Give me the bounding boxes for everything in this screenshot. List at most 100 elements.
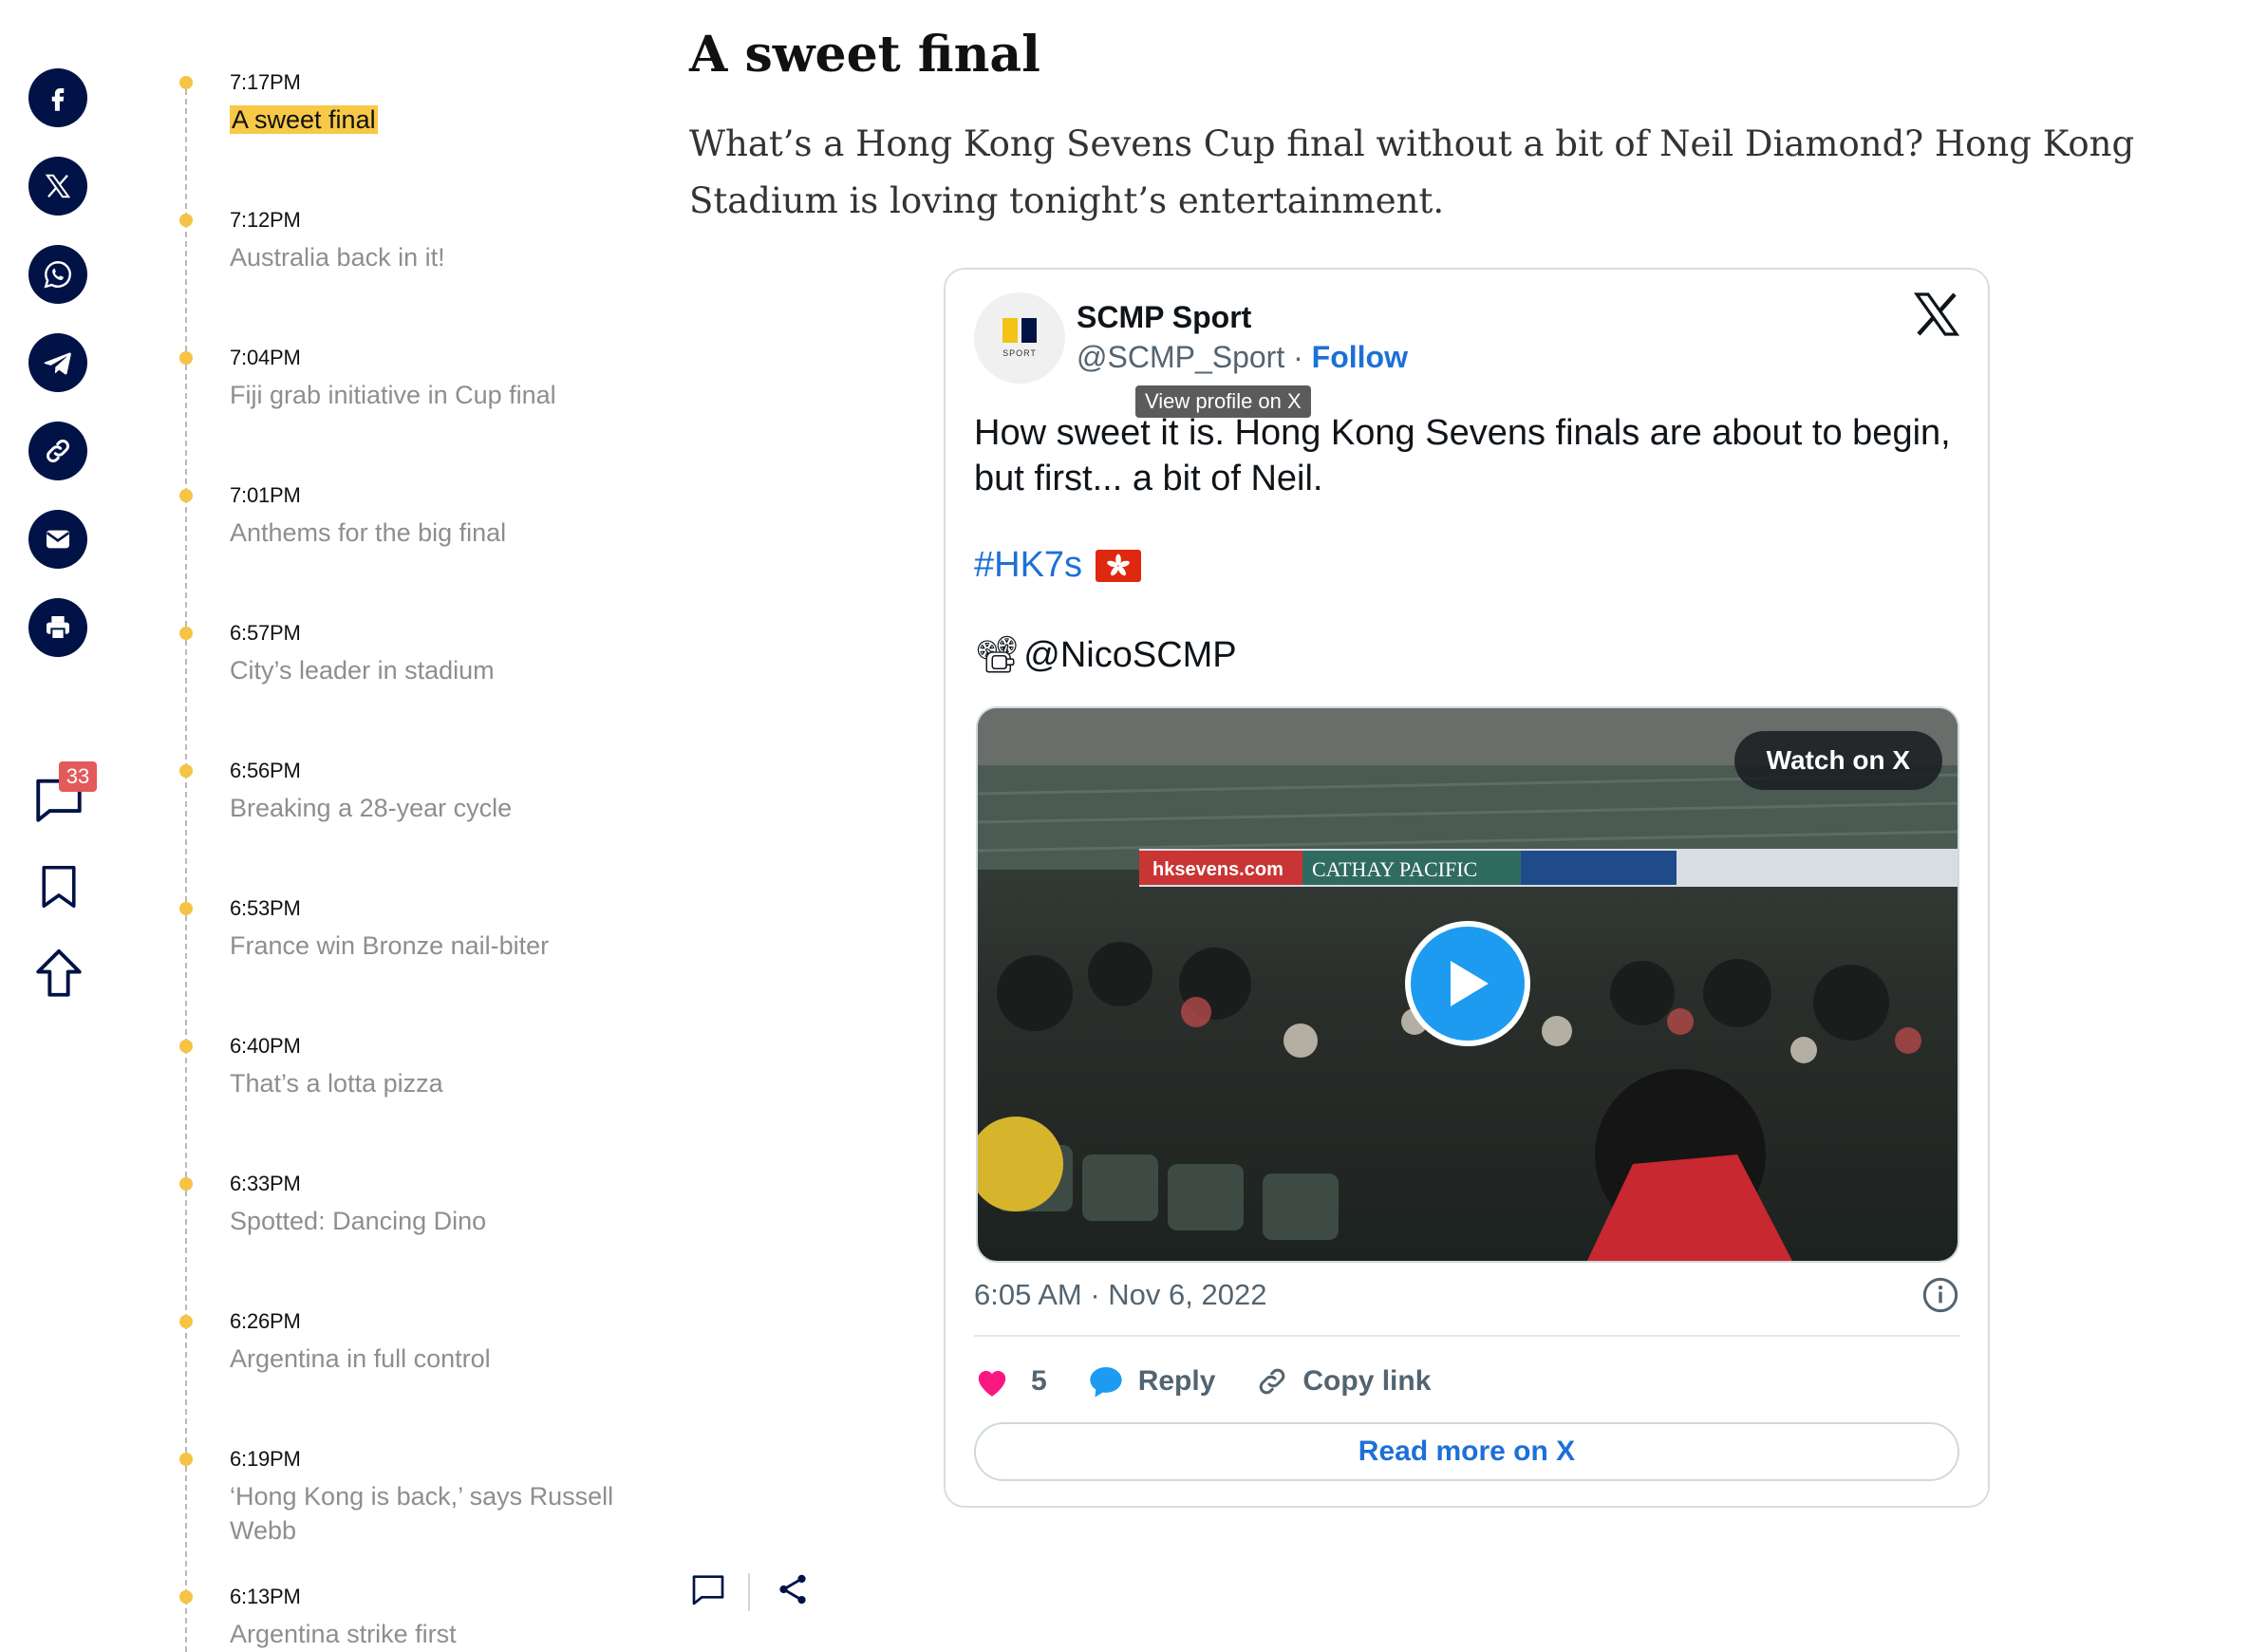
timeline-time: 6:53PM <box>230 896 301 920</box>
avatar-subtitle: SPORT <box>1002 348 1037 358</box>
timeline-time: 6:26PM <box>230 1309 301 1333</box>
timeline-dot <box>179 1315 193 1328</box>
comment-button[interactable] <box>689 1570 727 1613</box>
timeline-title[interactable]: Breaking a 28-year cycle <box>230 791 638 825</box>
author-handle-row: @SCMP_Sport · Follow <box>1077 340 1408 375</box>
like-button[interactable]: 5 <box>974 1364 1047 1399</box>
post-headline: A sweet final <box>689 26 1040 84</box>
live-post: A sweet final What’s a Hong Kong Sevens … <box>689 23 2246 230</box>
timeline-dot <box>179 627 193 640</box>
post-text: How sweet it is. Hong Kong Sevens finals… <box>974 413 1951 498</box>
x-logo-link[interactable] <box>1913 292 1960 341</box>
timeline-dot <box>179 76 193 89</box>
copy-link-share-button[interactable] <box>28 422 87 480</box>
timeline-title[interactable]: Anthems for the big final <box>230 516 638 550</box>
copy-link-button[interactable]: Copy link <box>1255 1364 1431 1399</box>
comments-count-badge: 33 <box>59 761 97 792</box>
bookmark-button[interactable] <box>28 856 89 917</box>
camera-icon: 📽 <box>974 635 1021 675</box>
timeline-dot <box>179 902 193 915</box>
timeline-time: 6:33PM <box>230 1172 301 1195</box>
hashtag-text: #HK7s <box>974 545 1083 585</box>
telegram-icon <box>44 352 71 375</box>
hashtag-link[interactable]: #HK7s <box>974 545 1142 586</box>
heart-icon <box>978 1370 1006 1397</box>
share-icon <box>779 1574 806 1605</box>
play-button[interactable] <box>1405 921 1530 1046</box>
timeline-time: 7:17PM <box>230 70 301 94</box>
post-actions: 5 Reply Copy link <box>974 1363 1471 1399</box>
reply-button[interactable]: Reply <box>1087 1363 1216 1399</box>
like-count: 5 <box>1031 1365 1047 1397</box>
email-icon <box>46 530 70 549</box>
telegram-share-button[interactable] <box>28 333 87 392</box>
timeline-dot <box>179 1590 193 1604</box>
author-name[interactable]: SCMP Sport <box>1077 300 1251 335</box>
timeline-title[interactable]: ‘Hong Kong is back,’ says Russell Webb <box>230 1479 638 1548</box>
timeline-title[interactable]: Argentina in full control <box>230 1342 638 1376</box>
play-icon <box>1451 961 1489 1006</box>
video-credit: 📽 @NicoSCMP <box>974 634 1237 676</box>
credit-handle[interactable]: @NicoSCMP <box>1023 635 1236 676</box>
timeline-title[interactable]: Argentina strike first <box>230 1617 638 1651</box>
banner-sponsor-text: CATHAY PACIFIC <box>1312 857 1477 881</box>
follow-link[interactable]: Follow <box>1312 340 1408 374</box>
comments-button[interactable]: 33 <box>28 761 97 830</box>
handle-separator: · <box>1284 340 1312 374</box>
timeline-dot <box>179 489 193 502</box>
timeline-time: 6:40PM <box>230 1034 301 1058</box>
x-logo-icon <box>1913 292 1960 336</box>
email-share-button[interactable] <box>28 510 87 569</box>
read-more-button[interactable]: Read more on X <box>974 1422 1959 1481</box>
timeline-dot <box>179 214 193 227</box>
print-button[interactable] <box>28 598 87 657</box>
post-body: What’s a Hong Kong Sevens Cup final with… <box>689 123 2135 221</box>
timeline-time: 6:57PM <box>230 621 301 645</box>
video-player[interactable]: hksevens.com CATHAY PACIFIC Watch on X <box>976 706 1959 1263</box>
watch-on-x-button[interactable]: Watch on X <box>1733 731 1942 790</box>
timeline-title[interactable]: That’s a lotta pizza <box>230 1066 638 1100</box>
info-button[interactable] <box>1921 1276 1959 1319</box>
whatsapp-icon <box>44 261 71 289</box>
timeline-time: 6:56PM <box>230 759 301 782</box>
timeline-dot <box>179 1040 193 1053</box>
comment-icon <box>692 1575 724 1605</box>
print-icon <box>47 616 69 640</box>
timeline-time: 7:04PM <box>230 346 301 369</box>
timeline-time: 6:13PM <box>230 1585 301 1608</box>
bookmark-icon <box>42 865 76 909</box>
divider <box>974 1335 1959 1337</box>
hong-kong-flag-icon <box>1096 549 1142 582</box>
share-button[interactable] <box>775 1571 811 1612</box>
timeline-time: 7:12PM <box>230 208 301 232</box>
post-timestamp[interactable]: 6:05 AM · Nov 6, 2022 <box>974 1278 1266 1312</box>
facebook-share-button[interactable] <box>28 68 87 127</box>
timeline-title[interactable]: Australia back in it! <box>230 240 638 274</box>
timeline-title[interactable]: Spotted: Dancing Dino <box>230 1204 638 1238</box>
avatar[interactable]: SPORT <box>974 292 1065 384</box>
timeline-dot <box>179 1177 193 1191</box>
author-handle[interactable]: @SCMP_Sport <box>1077 340 1284 374</box>
scmp-sport-logo <box>1002 318 1037 343</box>
whatsapp-share-button[interactable] <box>28 245 87 304</box>
timeline-dot <box>179 351 193 365</box>
timeline-title-text: A sweet final <box>230 105 378 134</box>
reply-label: Reply <box>1137 1365 1216 1397</box>
info-icon <box>1922 1277 1958 1313</box>
copy-link-label: Copy link <box>1302 1365 1432 1397</box>
timeline-title[interactable]: A sweet final <box>230 103 638 137</box>
banner-site-text: hksevens.com <box>1152 859 1283 880</box>
link-icon <box>1260 1368 1285 1395</box>
timeline-dot <box>179 1453 193 1466</box>
timeline-time: 6:19PM <box>230 1447 301 1471</box>
timeline-dot <box>179 764 193 778</box>
timeline-line <box>185 80 187 1652</box>
facebook-icon <box>51 88 65 111</box>
x-share-button[interactable] <box>28 157 87 216</box>
timeline-title[interactable]: City’s leader in stadium <box>230 653 638 687</box>
timeline-title[interactable]: Fiji grab initiative in Cup final <box>230 378 638 412</box>
back-to-top-button[interactable] <box>28 944 89 1004</box>
timeline-title[interactable]: France win Bronze nail-biter <box>230 929 638 963</box>
tool-separator <box>748 1572 750 1611</box>
reply-bubble-icon <box>1090 1367 1122 1398</box>
